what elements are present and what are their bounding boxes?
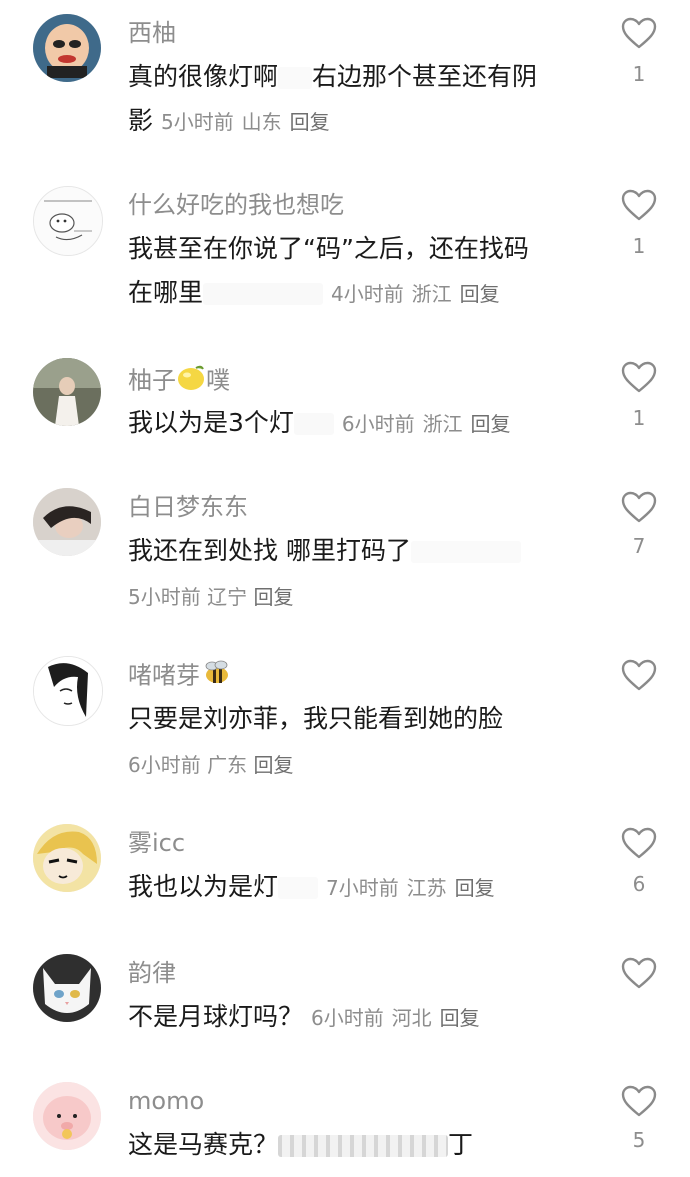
username[interactable]: 柚子噗 bbox=[128, 364, 230, 399]
comment-text-line2: 影 5小时前 山东 回复 bbox=[128, 106, 330, 135]
heart-outline-icon bbox=[621, 361, 657, 393]
username[interactable]: 什么好吃的我也想吃 bbox=[128, 190, 344, 220]
comment-location: 广东 bbox=[207, 753, 248, 777]
avatar[interactable] bbox=[33, 14, 101, 82]
blurred-content bbox=[278, 67, 313, 89]
like-count: 5 bbox=[632, 1128, 646, 1152]
comment-item: 雾icc 我也以为是灯 7小时前 江苏 回复 6 bbox=[0, 810, 690, 940]
comment-time: 5小时前 bbox=[160, 110, 234, 134]
comment-text: 只要是刘亦菲，我只能看到她的脸 bbox=[128, 704, 504, 733]
comment-item: 什么好吃的我也想吃 我甚至在你说了“码”之后，还在找码 在哪里 4小时前 浙江 … bbox=[0, 170, 690, 340]
blurred-content bbox=[203, 283, 324, 305]
like-button[interactable] bbox=[620, 188, 658, 222]
username[interactable]: 西柚 bbox=[128, 18, 176, 48]
reply-button[interactable]: 回复 bbox=[471, 412, 511, 436]
comment-time: 5小时前 bbox=[128, 585, 201, 609]
comment-text-line2: 在哪里 4小时前 浙江 回复 bbox=[128, 278, 500, 307]
comment-meta: 6小时前 广东 回复 bbox=[128, 750, 293, 780]
reply-button[interactable]: 回复 bbox=[455, 876, 495, 900]
comment-item: 韵律 不是月球灯吗？ 6小时前 河北 回复 bbox=[0, 940, 690, 1070]
comment-time: 6小时前 bbox=[310, 1006, 384, 1030]
username[interactable]: 啫啫芽 bbox=[128, 660, 232, 693]
heart-outline-icon bbox=[621, 827, 657, 859]
comment-meta: 5小时前 辽宁 回复 bbox=[128, 582, 293, 612]
bee-icon bbox=[200, 660, 232, 693]
username[interactable]: 白日梦东东 bbox=[128, 492, 248, 522]
reply-button[interactable]: 回复 bbox=[460, 282, 500, 306]
blurred-content bbox=[410, 541, 521, 563]
avatar[interactable] bbox=[33, 186, 103, 256]
heart-outline-icon bbox=[621, 17, 657, 49]
like-button[interactable] bbox=[620, 490, 658, 524]
username[interactable]: 雾icc bbox=[128, 828, 185, 858]
like-button[interactable] bbox=[620, 826, 658, 860]
comment-item: 柚子噗 我以为是3个灯 6小时前 浙江 回复 1 bbox=[0, 340, 690, 470]
comment-time: 6小时前 bbox=[128, 753, 201, 777]
avatar[interactable] bbox=[33, 1082, 101, 1150]
like-button[interactable] bbox=[620, 360, 658, 394]
comment-text: 我以为是3个灯 6小时前 浙江 回复 bbox=[128, 408, 511, 437]
reply-button[interactable]: 回复 bbox=[290, 110, 330, 134]
like-count: 7 bbox=[632, 534, 646, 558]
comment-item: 白日梦东东 我还在到处找 哪里打码了 5小时前 辽宁 回复 7 bbox=[0, 470, 690, 640]
avatar[interactable] bbox=[33, 954, 101, 1022]
like-button[interactable] bbox=[620, 658, 658, 692]
username[interactable]: momo bbox=[128, 1086, 204, 1116]
reply-button[interactable]: 回复 bbox=[253, 753, 293, 777]
comment-text: 真的很像灯啊 右边那个甚至还有阴 bbox=[128, 62, 538, 91]
comment-time: 7小时前 bbox=[325, 876, 399, 900]
heart-outline-icon bbox=[621, 957, 657, 989]
like-button[interactable] bbox=[620, 956, 658, 990]
like-count: 1 bbox=[632, 406, 646, 430]
comment-text: 这是马赛克？丁 bbox=[128, 1130, 474, 1159]
heart-outline-icon bbox=[621, 189, 657, 221]
comment-text: 不是月球灯吗？ 6小时前 河北 回复 bbox=[128, 1002, 480, 1031]
comment-location: 山东 bbox=[241, 110, 282, 134]
avatar[interactable] bbox=[33, 824, 101, 892]
blurred-content bbox=[278, 877, 319, 899]
comment-location: 河北 bbox=[391, 1006, 432, 1030]
comment-location: 江苏 bbox=[406, 876, 447, 900]
avatar[interactable] bbox=[33, 488, 101, 556]
comment-location: 浙江 bbox=[422, 412, 463, 436]
comment-text: 我还在到处找 哪里打码了 bbox=[128, 530, 521, 572]
reply-button[interactable]: 回复 bbox=[253, 585, 293, 609]
like-count: 1 bbox=[632, 62, 646, 86]
avatar[interactable] bbox=[33, 358, 101, 426]
heart-outline-icon bbox=[621, 1085, 657, 1117]
comment-item: 西柚 真的很像灯啊 右边那个甚至还有阴 影 5小时前 山东 回复 1 bbox=[0, 0, 690, 170]
comment-time: 4小时前 bbox=[330, 282, 404, 306]
heart-outline-icon bbox=[621, 491, 657, 523]
blurred-content bbox=[278, 1135, 449, 1157]
like-count: 6 bbox=[632, 872, 646, 896]
comment-location: 浙江 bbox=[411, 282, 452, 306]
comment-time: 6小时前 bbox=[341, 412, 415, 436]
like-button[interactable] bbox=[620, 1084, 658, 1118]
comment-text: 我也以为是灯 7小时前 江苏 回复 bbox=[128, 872, 495, 901]
lemon-icon bbox=[176, 364, 206, 399]
heart-outline-icon bbox=[621, 659, 657, 691]
like-button[interactable] bbox=[620, 16, 658, 50]
reply-button[interactable]: 回复 bbox=[440, 1006, 480, 1030]
username[interactable]: 韵律 bbox=[128, 958, 176, 988]
comment-text: 我甚至在你说了“码”之后，还在找码 bbox=[128, 234, 529, 263]
blurred-content bbox=[293, 413, 334, 435]
avatar[interactable] bbox=[33, 656, 103, 726]
comment-location: 辽宁 bbox=[207, 585, 248, 609]
comment-item: momo 这是马赛克？丁 5 bbox=[0, 1070, 690, 1177]
like-count: 1 bbox=[632, 234, 646, 258]
comment-item: 啫啫芽 只要是刘亦菲，我只能看到她的脸 6小时前 广东 回复 bbox=[0, 640, 690, 810]
